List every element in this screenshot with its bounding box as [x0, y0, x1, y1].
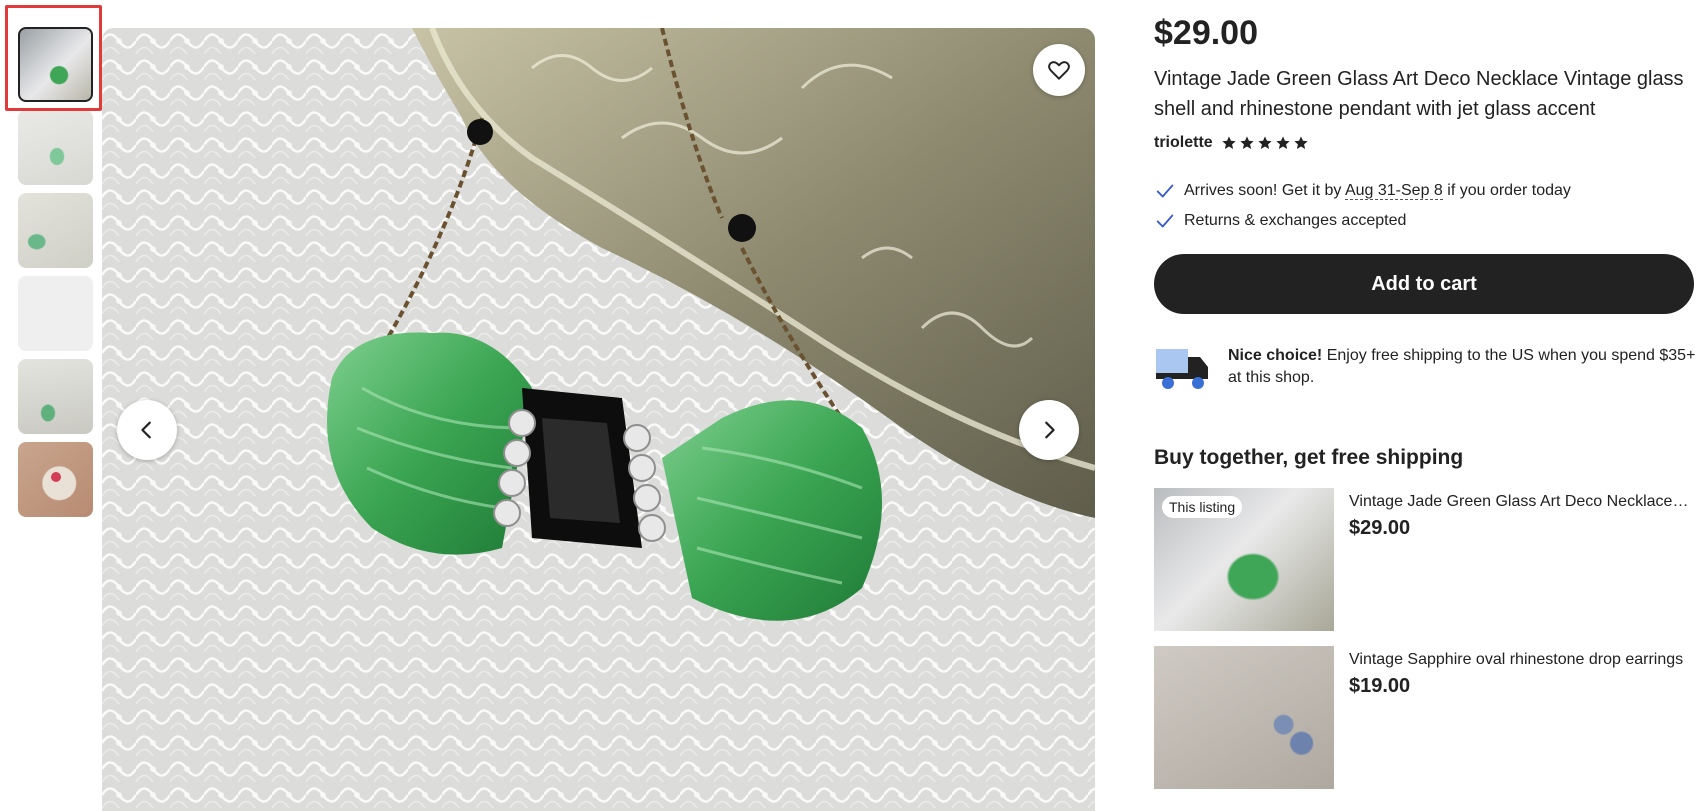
- star-icon: [1240, 136, 1254, 149]
- chevron-left-icon: [141, 421, 151, 439]
- buy-together-item[interactable]: Vintage Sapphire oval rhinestone drop ea…: [1154, 646, 1699, 789]
- main-product-image: [102, 28, 1095, 811]
- delivery-truck-icon: [1156, 349, 1208, 389]
- returns-policy: Returns & exchanges accepted: [1154, 210, 1406, 232]
- rating-stars[interactable]: [1221, 135, 1309, 151]
- returns-text: Returns & exchanges accepted: [1184, 212, 1407, 229]
- thumbnail-3[interactable]: [18, 193, 93, 268]
- listing-price: $29.00: [1154, 14, 1258, 52]
- delivery-dates[interactable]: Aug 31-Sep 8: [1344, 182, 1443, 200]
- free-shipping-note: Nice choice! Enjoy free shipping to the …: [1154, 345, 1698, 391]
- shipping-bold: Nice choice!: [1228, 347, 1323, 364]
- buy-together-heading: Buy together, get free shipping: [1154, 446, 1464, 469]
- previous-image-button[interactable]: [117, 400, 177, 460]
- thumbnail-strip: [18, 27, 96, 525]
- add-to-cart-button[interactable]: Add to cart: [1154, 254, 1694, 314]
- shop-name-link[interactable]: triolette: [1154, 134, 1213, 152]
- buy-together-image[interactable]: This listing: [1154, 488, 1334, 631]
- next-image-button[interactable]: [1019, 400, 1079, 460]
- thumbnail-2[interactable]: [18, 110, 93, 185]
- thumbnail-5[interactable]: [18, 359, 93, 434]
- thumbnail-6[interactable]: [18, 442, 93, 517]
- check-icon: [1156, 214, 1174, 228]
- star-icon: [1222, 136, 1236, 149]
- favorite-button[interactable]: [1033, 44, 1085, 96]
- delivery-prefix: Arrives soon! Get it by: [1184, 182, 1342, 199]
- chevron-right-icon: [1045, 421, 1055, 439]
- buy-together-item[interactable]: This listing Vintage Jade Green Glass Ar…: [1154, 488, 1699, 631]
- delivery-estimate: Arrives soon! Get it by Aug 31-Sep 8 if …: [1154, 180, 1571, 202]
- this-listing-badge: This listing: [1162, 496, 1243, 518]
- listing-title: Vintage Jade Green Glass Art Deco Neckla…: [1154, 68, 1684, 120]
- check-icon: [1156, 184, 1174, 198]
- buy-together-price: $29.00: [1349, 517, 1411, 539]
- shop-info: triolette: [1154, 134, 1309, 152]
- star-icon: [1258, 136, 1272, 149]
- buy-together-title[interactable]: Vintage Jade Green Glass Art Deco Neckla…: [1349, 493, 1689, 511]
- buy-together-image[interactable]: [1154, 646, 1334, 789]
- buy-together-title[interactable]: Vintage Sapphire oval rhinestone drop ea…: [1349, 651, 1689, 669]
- star-icon: [1294, 136, 1308, 149]
- heart-icon: [1048, 61, 1070, 80]
- star-icon: [1276, 136, 1290, 149]
- delivery-suffix: if you order today: [1447, 182, 1571, 199]
- product-photo: [102, 28, 1095, 811]
- thumbnail-1[interactable]: [18, 27, 93, 102]
- buy-together-price: $19.00: [1349, 675, 1411, 697]
- thumbnail-4[interactable]: [18, 276, 93, 351]
